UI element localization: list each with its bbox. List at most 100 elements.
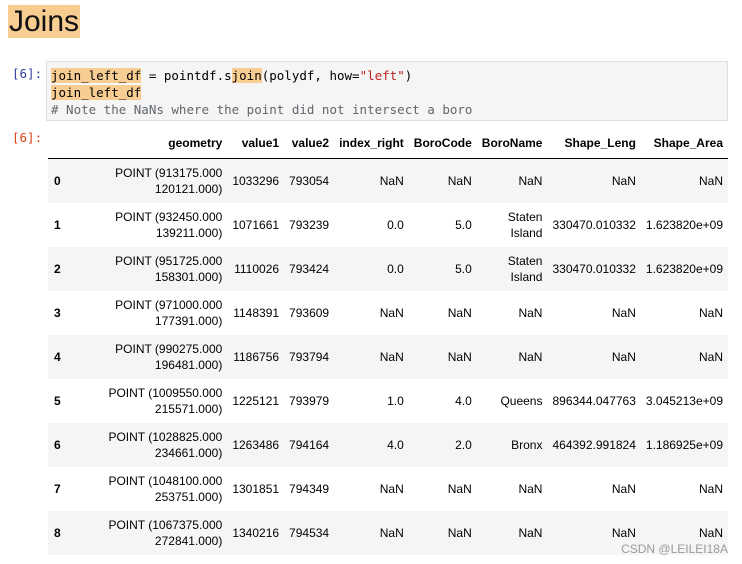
table-cell: 1148391 <box>233 306 280 320</box>
table-cell: NaN <box>547 158 641 203</box>
table-cell: 793054 <box>284 158 335 203</box>
table-row: 5 POINT (1009550.000 215571.000) 1225121 79… <box>48 379 728 423</box>
table-cell: 464392.991824 <box>547 423 641 467</box>
table-cell: 5.0 <box>455 218 472 232</box>
table-cell: 0.0 <box>387 218 404 232</box>
output-prompt: [6]: <box>12 130 43 145</box>
dataframe-table: geometry value1 value2 index_right BoroCode B… <box>48 128 728 555</box>
table-cell: 794164 <box>284 423 335 467</box>
column-header: BoroName <box>476 128 548 159</box>
table-cell: POINT (932450.000 139211.000) <box>115 210 223 240</box>
row-index: 4 <box>48 335 93 379</box>
table-row: 1 POINT (932450.000 139211.000) 1071661 793… <box>48 203 728 247</box>
table-cell: NaN <box>698 306 723 320</box>
table-row: 2 POINT (951725.000 158301.000) 1110026 793… <box>48 247 728 291</box>
table-row: 4 POINT (990275.000 196481.000) 1186756 793… <box>48 335 728 379</box>
table-cell: NaN <box>476 511 548 555</box>
table-cell: 330470.010332 <box>552 218 636 232</box>
row-index: 0 <box>48 158 93 203</box>
table-header-row: geometry value1 value2 index_right BoroCode B… <box>48 128 728 159</box>
table-cell: POINT (1009550.000 215571.000) <box>108 386 223 416</box>
table-cell: NaN <box>476 335 548 379</box>
output-area: geometry value1 value2 index_right BoroCode B… <box>48 128 728 555</box>
table-cell: NaN <box>408 511 477 555</box>
table-cell: NaN <box>611 482 636 496</box>
column-header: value2 <box>284 128 335 159</box>
table-cell: 1263486 <box>227 423 285 467</box>
table-cell: NaN <box>334 511 409 555</box>
row-index: 3 <box>54 306 61 320</box>
table-cell: 1.0 <box>387 394 404 408</box>
table-cell: NaN <box>547 335 641 379</box>
table-cell: 1.623820e+09 <box>640 247 728 291</box>
table-row: 3 POINT (971000.000 177391.000) 1148391 793… <box>48 291 728 335</box>
row-index: 5 <box>54 394 61 408</box>
column-header: Shape_Leng <box>547 128 641 159</box>
table-cell: NaN <box>334 158 409 203</box>
table-cell: Queens <box>500 394 543 408</box>
table-cell: 330470.010332 <box>547 247 641 291</box>
table-cell: 5.0 <box>408 247 477 291</box>
table-cell: 896344.047763 <box>552 394 636 408</box>
table-row: 0 POINT (913175.000 120121.000) 1033296 793… <box>48 158 728 203</box>
column-header: Shape_Area <box>640 128 728 159</box>
row-index: 8 <box>48 511 93 555</box>
table-cell: NaN <box>379 482 404 496</box>
table-cell: POINT (1028825.000 234661.000) <box>92 423 228 467</box>
table-cell: POINT (1067375.000 272841.000) <box>92 511 228 555</box>
table-cell: 0.0 <box>334 247 409 291</box>
column-header: value1 <box>227 128 285 159</box>
table-cell: NaN <box>476 158 548 203</box>
table-cell: 1186756 <box>227 335 285 379</box>
table-cell: 1225121 <box>232 394 280 408</box>
column-header: geometry <box>92 128 228 159</box>
row-index: 2 <box>48 247 93 291</box>
table-cell: NaN <box>447 306 472 320</box>
table-cell: NaN <box>518 306 543 320</box>
table-cell: 1.186925e+09 <box>640 423 728 467</box>
table-row: 7 POINT (1048100.000 253751.000) 1301851 79… <box>48 467 728 511</box>
table-cell: 3.045213e+09 <box>645 394 723 408</box>
table-cell: POINT (971000.000 177391.000) <box>115 298 223 328</box>
table-cell: NaN <box>408 158 477 203</box>
table-cell: NaN <box>640 335 728 379</box>
table-cell: 793424 <box>284 247 335 291</box>
table-cell: NaN <box>334 335 409 379</box>
watermark: CSDN @LEILEI18A <box>621 542 728 556</box>
table-cell: 1301851 <box>232 482 280 496</box>
table-cell: NaN <box>698 482 723 496</box>
row-index: 1 <box>54 218 61 232</box>
row-index: 7 <box>54 482 61 496</box>
table-cell: 4.0 <box>334 423 409 467</box>
table-cell: Bronx <box>476 423 548 467</box>
code-cell[interactable]: join_left_df = pointdf.sjoin(polydf, how… <box>46 61 728 121</box>
table-cell: 794534 <box>284 511 335 555</box>
table-cell: Staten Island <box>476 247 548 291</box>
table-cell: NaN <box>611 306 636 320</box>
table-cell: 793239 <box>289 218 330 232</box>
table-cell: 1110026 <box>227 247 285 291</box>
code-fn-highlight: join <box>231 68 262 83</box>
table-cell: NaN <box>408 335 477 379</box>
row-index: 6 <box>48 423 93 467</box>
table-row: 6 POINT (1028825.000 234661.000) 1263486 79… <box>48 423 728 467</box>
table-cell: 4.0 <box>455 394 472 408</box>
table-cell: POINT (1048100.000 253751.000) <box>108 474 223 504</box>
table-cell: POINT (913175.000 120121.000) <box>92 158 228 203</box>
table-body: 0 POINT (913175.000 120121.000) 1033296 793… <box>48 158 728 555</box>
table-cell: NaN <box>447 482 472 496</box>
table-cell: NaN <box>518 482 543 496</box>
table-cell: 793609 <box>289 306 330 320</box>
table-cell: 1033296 <box>227 158 285 203</box>
table-cell: 794349 <box>289 482 330 496</box>
table-cell: Staten Island <box>507 210 543 240</box>
index-header <box>48 128 93 159</box>
code-line2: join_left_df <box>51 85 142 100</box>
table-cell: 793794 <box>284 335 335 379</box>
table-cell: 1071661 <box>232 218 280 232</box>
table-cell: NaN <box>640 158 728 203</box>
heading-joins: Joins <box>8 5 81 38</box>
column-header: BoroCode <box>408 128 477 159</box>
table-cell: 793979 <box>289 394 330 408</box>
table-cell: 1.623820e+09 <box>645 218 723 232</box>
